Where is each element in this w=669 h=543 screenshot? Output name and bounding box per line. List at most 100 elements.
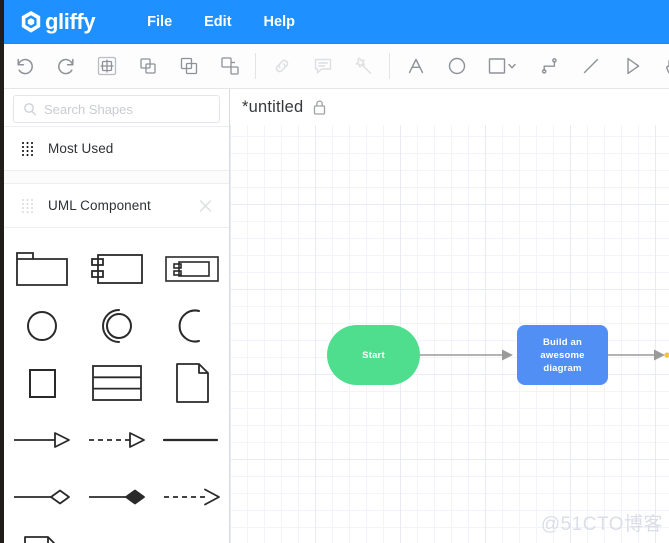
connector-start-to-build[interactable] [420, 349, 513, 361]
connector-tool-button[interactable] [529, 44, 570, 88]
shape-interface-socket[interactable] [154, 297, 229, 354]
canvas-area: *untitled Start Build an awesome diagram… [230, 89, 669, 543]
comment-button[interactable] [302, 44, 343, 88]
hand-icon [665, 59, 669, 75]
sidebar-section-label: UML Component [48, 198, 151, 213]
shape-generalization-arrow[interactable] [4, 411, 79, 468]
group-button[interactable] [168, 44, 209, 88]
shape-row [4, 525, 229, 543]
redo-icon [57, 58, 74, 75]
ungroup-button[interactable] [209, 44, 250, 88]
ellipse-icon [448, 57, 465, 75]
pointer-tool-button[interactable] [611, 44, 652, 88]
connector-build-to-offscreen[interactable] [608, 349, 669, 361]
dependency-dashed-arrow-icon [163, 488, 220, 505]
shape-interface-assembly[interactable] [79, 297, 154, 354]
shape-row [4, 411, 229, 468]
fit-to-screen-button[interactable] [86, 44, 127, 88]
diagram-node-start[interactable]: Start [327, 325, 420, 385]
package-icon [15, 251, 68, 286]
shape-row [4, 354, 229, 411]
text-icon [408, 58, 423, 74]
ellipse-tool-button[interactable] [436, 44, 477, 88]
search-shapes-box[interactable] [13, 95, 220, 123]
shape-dependency-dashed-arrow[interactable] [154, 468, 229, 525]
gliffy-logo[interactable]: gliffy [20, 0, 96, 44]
shape-component-nested[interactable] [154, 240, 229, 297]
component-nested-icon [164, 255, 219, 282]
shape-note[interactable] [4, 525, 79, 543]
duplicate-icon [139, 58, 156, 74]
shape-realization-dashed-arrow[interactable] [79, 411, 154, 468]
comment-icon [314, 58, 331, 74]
menu-edit[interactable]: Edit [188, 0, 247, 44]
document-tab[interactable]: *untitled [230, 89, 669, 125]
table-icon [91, 364, 142, 401]
toolbar-separator-1 [255, 53, 256, 79]
shape-association-line[interactable] [154, 411, 229, 468]
lock-icon[interactable] [312, 99, 327, 116]
diagram-node-build[interactable]: Build an awesome diagram [517, 325, 608, 385]
interface-circle-icon [26, 310, 57, 341]
composition-diamond-icon [88, 489, 145, 504]
gliffy-app-window: gliffy File Edit Help Search Shapes Most… [0, 0, 669, 543]
shape-interface-circle[interactable] [4, 297, 79, 354]
shape-row [4, 297, 229, 354]
shape-library-sidebar: Most Used UML Component [4, 89, 230, 543]
search-icon [24, 103, 37, 116]
association-line-icon [162, 438, 218, 441]
line-icon [583, 58, 598, 74]
fit-to-screen-icon [97, 56, 116, 76]
menu-bar: gliffy File Edit Help [4, 0, 669, 44]
sidebar-section-label: Most Used [48, 141, 114, 156]
duplicate-button[interactable] [127, 44, 168, 88]
generalization-arrow-icon [13, 431, 70, 448]
square-icon [28, 368, 56, 398]
aggregation-diamond-icon [13, 489, 70, 504]
shape-composition-diamond[interactable] [79, 468, 154, 525]
shape-grid [4, 228, 229, 543]
drag-handle-icon [22, 141, 33, 156]
shape-square[interactable] [4, 354, 79, 411]
shape-package[interactable] [4, 240, 79, 297]
ungroup-icon [220, 57, 239, 75]
search-shapes-container [4, 89, 229, 126]
toolbar [4, 44, 669, 89]
dashed-line-icon [84, 540, 150, 543]
sidebar-section-most-used[interactable]: Most Used [4, 126, 229, 171]
hand-tool-button[interactable] [652, 44, 669, 88]
shape-row [4, 240, 229, 297]
drag-handle-icon [22, 198, 33, 213]
undo-button[interactable] [4, 44, 45, 88]
link-icon [275, 59, 288, 73]
interface-socket-icon [178, 309, 200, 342]
close-icon[interactable] [198, 198, 213, 213]
node-label: Build an awesome diagram [540, 336, 585, 374]
gliffy-logo-icon [21, 11, 41, 33]
search-input[interactable] [44, 97, 214, 121]
menu-help[interactable]: Help [248, 0, 311, 44]
realization-dashed-arrow-icon [88, 431, 145, 448]
shape-dashed-line[interactable] [79, 525, 154, 543]
sidebar-spacer [4, 171, 229, 183]
rectangle-tool-button[interactable] [477, 44, 529, 88]
shape-component[interactable] [79, 240, 154, 297]
menu-file[interactable]: File [131, 0, 188, 44]
line-tool-button[interactable] [570, 44, 611, 88]
magic-wand-button[interactable] [343, 44, 384, 88]
shape-table[interactable] [79, 354, 154, 411]
text-tool-button[interactable] [395, 44, 436, 88]
link-button[interactable] [261, 44, 302, 88]
sidebar-section-uml-component[interactable]: UML Component [4, 183, 229, 228]
undo-icon [16, 58, 33, 75]
shape-row [4, 468, 229, 525]
redo-button[interactable] [45, 44, 86, 88]
diagram-canvas[interactable]: Start Build an awesome diagram @51CTO博客 [230, 125, 669, 543]
connector-icon [541, 58, 557, 74]
component-icon [90, 253, 143, 284]
node-label: Start [362, 349, 385, 361]
shape-aggregation-diamond[interactable] [4, 468, 79, 525]
pointer-icon [626, 57, 639, 75]
magic-wand-icon [355, 57, 371, 74]
shape-document[interactable] [154, 354, 229, 411]
